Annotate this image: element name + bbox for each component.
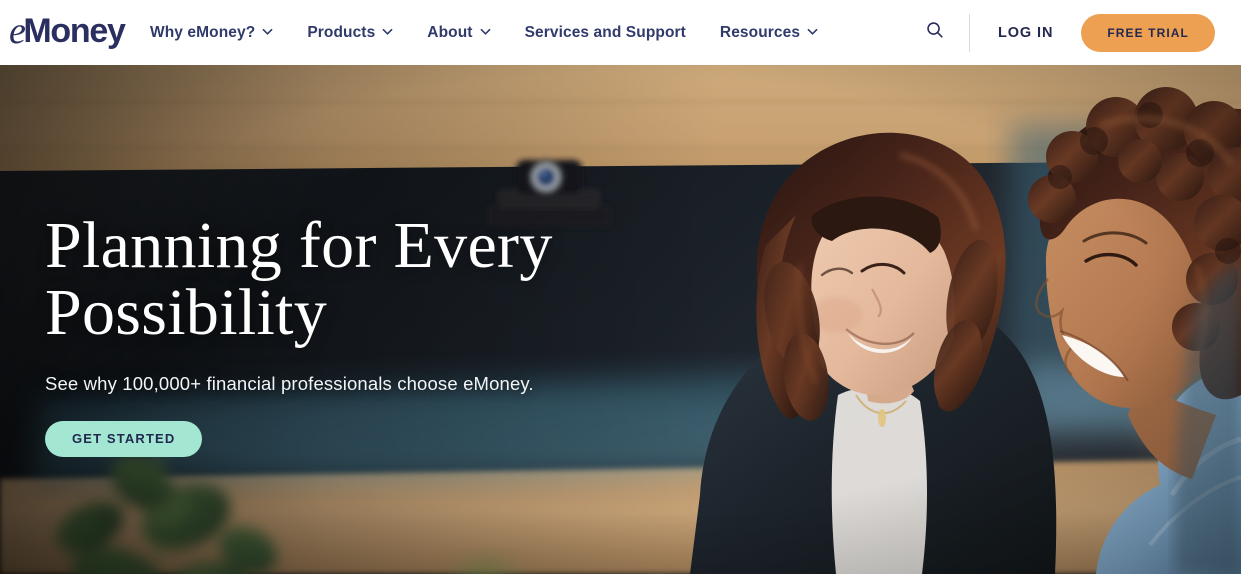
hero-section: Planning for Every Possibility See why 1… — [0, 65, 1241, 574]
log-in-link[interactable]: LOG IN — [970, 25, 1081, 41]
nav-label-resources: Resources — [719, 23, 801, 41]
logo-script-e: e — [9, 10, 26, 52]
nav-label-about: About — [427, 23, 473, 41]
logo-wordmark: Money — [23, 12, 125, 50]
search-icon — [926, 21, 944, 44]
chevron-down-icon — [480, 26, 491, 37]
nav-item-services-and-support[interactable]: Services and Support — [508, 0, 703, 65]
nav-label-products: Products — [307, 23, 376, 41]
site-header: e Money Why eMoney? Products About Servi… — [0, 0, 1241, 65]
get-started-button[interactable]: GET STARTED — [45, 420, 203, 457]
nav-item-why-emoney[interactable]: Why eMoney? — [150, 0, 290, 65]
search-button[interactable] — [918, 16, 952, 50]
hero-title-line-2: Possibility — [45, 276, 328, 350]
chevron-down-icon — [382, 26, 393, 37]
nav-label-services-and-support: Services and Support — [524, 23, 686, 41]
header-actions: LOG IN FREE TRIAL — [918, 0, 1241, 65]
hero-title: Planning for Every Possibility — [45, 212, 705, 347]
nav-label-why-emoney: Why eMoney? — [150, 23, 256, 41]
chevron-down-icon — [807, 26, 818, 37]
hero-content: Planning for Every Possibility See why 1… — [45, 212, 705, 457]
emoney-logo[interactable]: e Money — [9, 10, 126, 52]
nav-item-resources[interactable]: Resources — [703, 0, 835, 65]
hero-title-line-1: Planning for Every — [45, 209, 553, 282]
page-root: e Money Why eMoney? Products About Servi… — [0, 0, 1241, 574]
hero-subtitle: See why 100,000+ financial professionals… — [45, 372, 534, 394]
free-trial-button[interactable]: FREE TRIAL — [1081, 13, 1215, 52]
chevron-down-icon — [262, 26, 273, 37]
nav-item-about[interactable]: About — [410, 0, 507, 65]
main-navigation: Why eMoney? Products About Services and … — [150, 0, 835, 65]
nav-item-products[interactable]: Products — [290, 0, 410, 65]
